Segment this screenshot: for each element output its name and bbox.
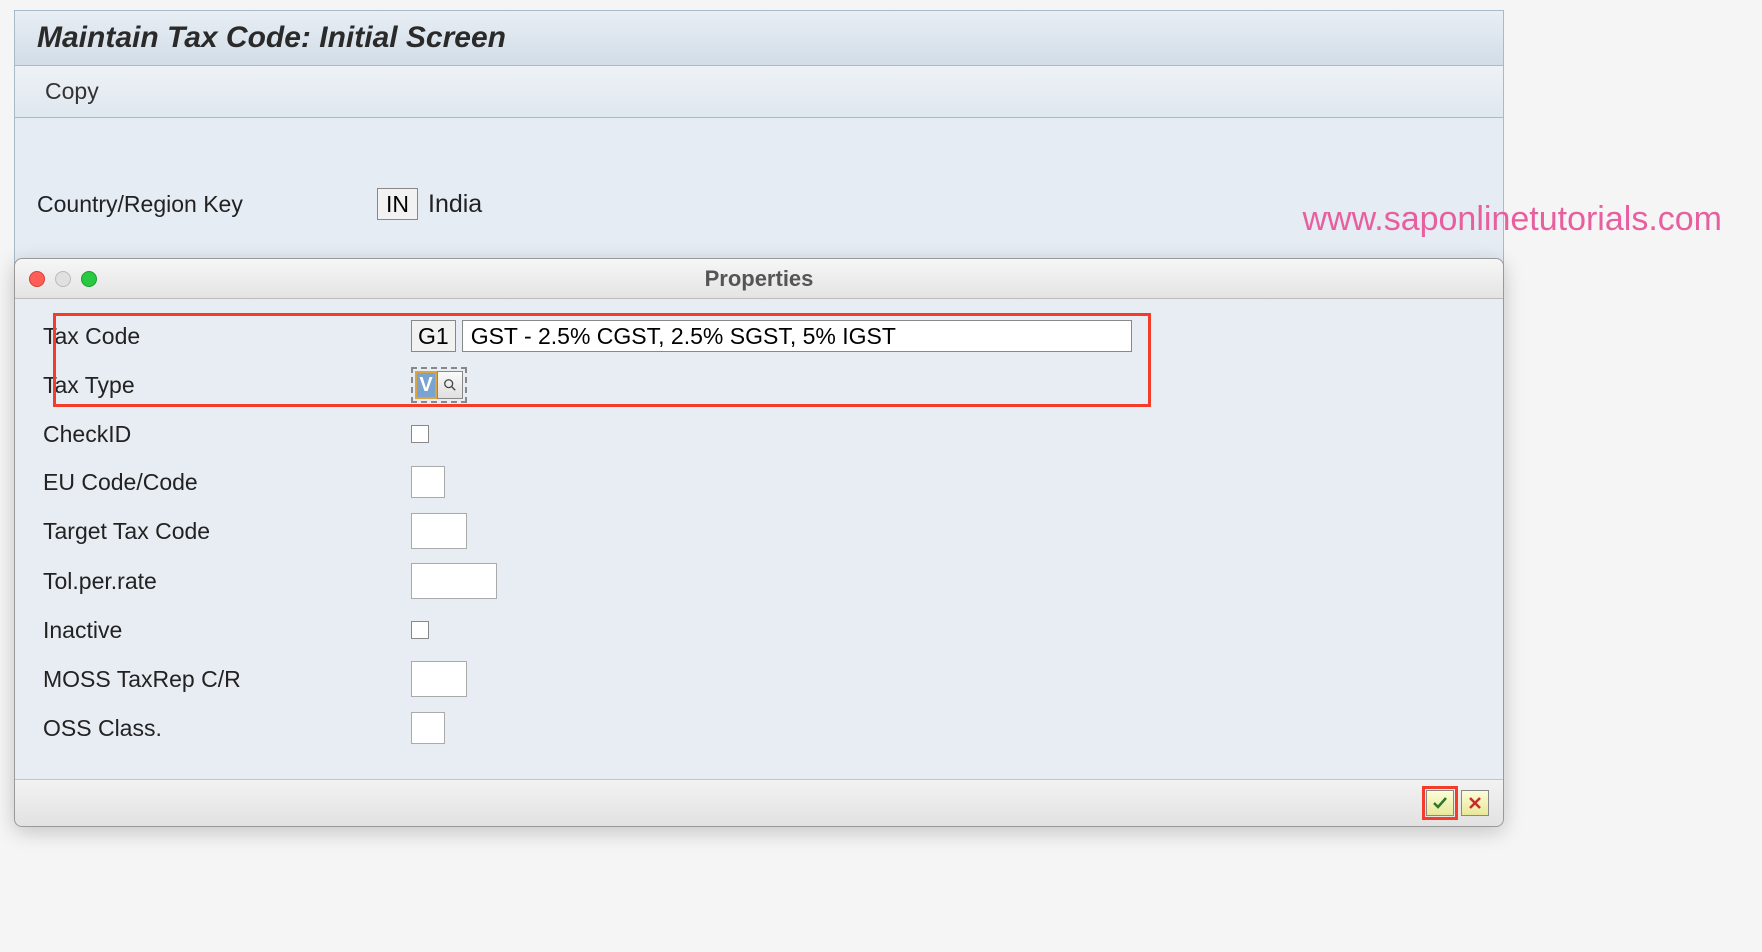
eu-code-row: EU Code/Code [43, 465, 1475, 499]
check-id-row: CheckID [43, 417, 1475, 451]
tax-code-value: G1 [411, 320, 456, 352]
country-label: Country/Region Key [37, 191, 377, 218]
tax-type-input[interactable] [415, 371, 437, 399]
ok-highlight-annotation [1422, 786, 1458, 820]
oss-input[interactable] [411, 712, 445, 744]
tax-type-row: Tax Type [43, 367, 1475, 403]
country-name: India [428, 190, 482, 219]
toolbar: Copy [15, 66, 1503, 118]
cancel-button[interactable] [1461, 790, 1489, 816]
tol-rate-label: Tol.per.rate [43, 568, 411, 595]
minimize-window-button[interactable] [55, 271, 71, 287]
tax-code-description-input[interactable] [462, 320, 1132, 352]
moss-label: MOSS TaxRep C/R [43, 666, 411, 693]
eu-code-label: EU Code/Code [43, 469, 411, 496]
main-content: Country/Region Key IN India [15, 118, 1503, 220]
tol-rate-row: Tol.per.rate [43, 563, 1475, 599]
dialog-body: Tax Code G1 Tax Type CheckID EU Code/Cod… [15, 299, 1503, 779]
moss-row: MOSS TaxRep C/R [43, 661, 1475, 697]
inactive-checkbox[interactable] [411, 621, 429, 639]
search-icon [443, 378, 457, 392]
check-id-checkbox[interactable] [411, 425, 429, 443]
country-row: Country/Region Key IN India [37, 188, 1481, 220]
close-window-button[interactable] [29, 271, 45, 287]
oss-row: OSS Class. [43, 711, 1475, 745]
moss-input[interactable] [411, 661, 467, 697]
inactive-label: Inactive [43, 617, 411, 644]
oss-label: OSS Class. [43, 715, 411, 742]
check-id-label: CheckID [43, 421, 411, 448]
tax-type-search-help-button[interactable] [437, 371, 463, 399]
dialog-footer [15, 779, 1503, 826]
watermark: www.saponlinetutorials.com [1302, 200, 1722, 239]
close-icon [1468, 796, 1482, 810]
check-icon [1432, 796, 1448, 810]
tax-type-field-wrap [411, 367, 467, 403]
target-tax-row: Target Tax Code [43, 513, 1475, 549]
tax-code-label: Tax Code [43, 323, 411, 350]
copy-button[interactable]: Copy [37, 74, 107, 109]
country-code-box: IN [377, 188, 418, 220]
dialog-title: Properties [705, 266, 814, 292]
page-title: Maintain Tax Code: Initial Screen [37, 21, 1481, 55]
title-bar: Maintain Tax Code: Initial Screen [15, 11, 1503, 66]
eu-code-input[interactable] [411, 466, 445, 498]
properties-dialog: Properties Tax Code G1 Tax Type CheckID … [14, 258, 1504, 827]
tol-rate-input[interactable] [411, 563, 497, 599]
target-tax-input[interactable] [411, 513, 467, 549]
tax-code-row: Tax Code G1 [43, 319, 1475, 353]
target-tax-label: Target Tax Code [43, 518, 411, 545]
dialog-titlebar: Properties [15, 259, 1503, 299]
ok-button[interactable] [1426, 790, 1454, 816]
maximize-window-button[interactable] [81, 271, 97, 287]
inactive-row: Inactive [43, 613, 1475, 647]
tax-type-label: Tax Type [43, 372, 411, 399]
window-controls [29, 271, 97, 287]
